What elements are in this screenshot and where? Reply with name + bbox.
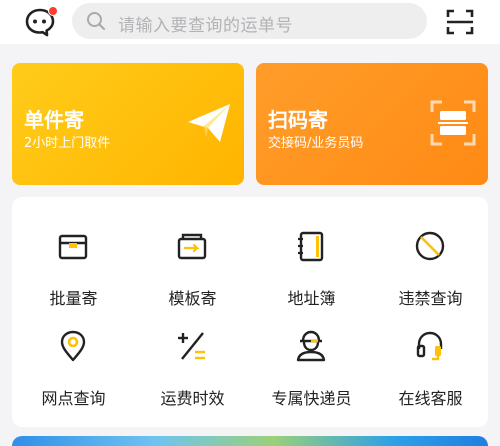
scan-send-title: 扫码寄 (268, 108, 328, 132)
address-book-item[interactable]: 地址簿 (252, 209, 371, 309)
scan-send-card[interactable]: 扫码寄 交接码/业务员码 (256, 63, 488, 185)
scan-send-subtitle: 交接码/业务员码 (268, 136, 364, 151)
search-bar[interactable]: 请输入要查询的运单号 (72, 3, 427, 39)
top-bar: 请输入要查询的运单号 (0, 0, 500, 44)
paper-plane-icon (188, 104, 230, 142)
freight-time-item[interactable]: 运费时效 (133, 309, 252, 409)
box-icon (58, 234, 88, 260)
batch-send-label: 批量寄 (49, 289, 98, 308)
single-send-card[interactable]: 单件寄 2小时上门取件 (12, 63, 244, 185)
address-book-icon (298, 231, 324, 262)
scan-icon[interactable] (446, 8, 474, 36)
message-button[interactable] (24, 6, 58, 38)
template-send-label: 模板寄 (168, 289, 217, 308)
notification-dot (48, 6, 58, 16)
calculator-icon (178, 332, 205, 360)
batch-send-item[interactable]: 批量寄 (14, 209, 133, 309)
outlet-query-item[interactable]: 网点查询 (14, 309, 133, 409)
services-panel: 批量寄 模板寄 地址簿 违禁查询 网点查询 运费时效 专属快递员 在线客服 (12, 197, 488, 427)
dedicated-courier-label: 专属快递员 (271, 389, 352, 408)
scan-frame-icon (430, 100, 476, 146)
location-pin-icon (60, 330, 86, 362)
promo-banner[interactable] (12, 436, 488, 446)
online-service-item[interactable]: 在线客服 (371, 309, 490, 409)
single-send-title: 单件寄 (24, 108, 84, 132)
prohibited-query-item[interactable]: 违禁查询 (371, 209, 490, 309)
search-icon (87, 12, 106, 31)
outlet-query-label: 网点查询 (41, 389, 106, 408)
single-send-subtitle: 2小时上门取件 (24, 136, 111, 151)
template-icon (177, 233, 207, 260)
courier-icon (296, 330, 326, 362)
online-service-label: 在线客服 (398, 389, 463, 408)
headset-icon (416, 331, 443, 361)
prohibited-query-label: 违禁查询 (398, 289, 463, 308)
freight-time-label: 运费时效 (160, 389, 225, 408)
search-placeholder: 请输入要查询的运单号 (118, 16, 293, 36)
address-book-label: 地址簿 (287, 289, 336, 308)
dedicated-courier-item[interactable]: 专属快递员 (252, 309, 371, 409)
template-send-item[interactable]: 模板寄 (133, 209, 252, 309)
prohibited-icon (415, 231, 445, 261)
